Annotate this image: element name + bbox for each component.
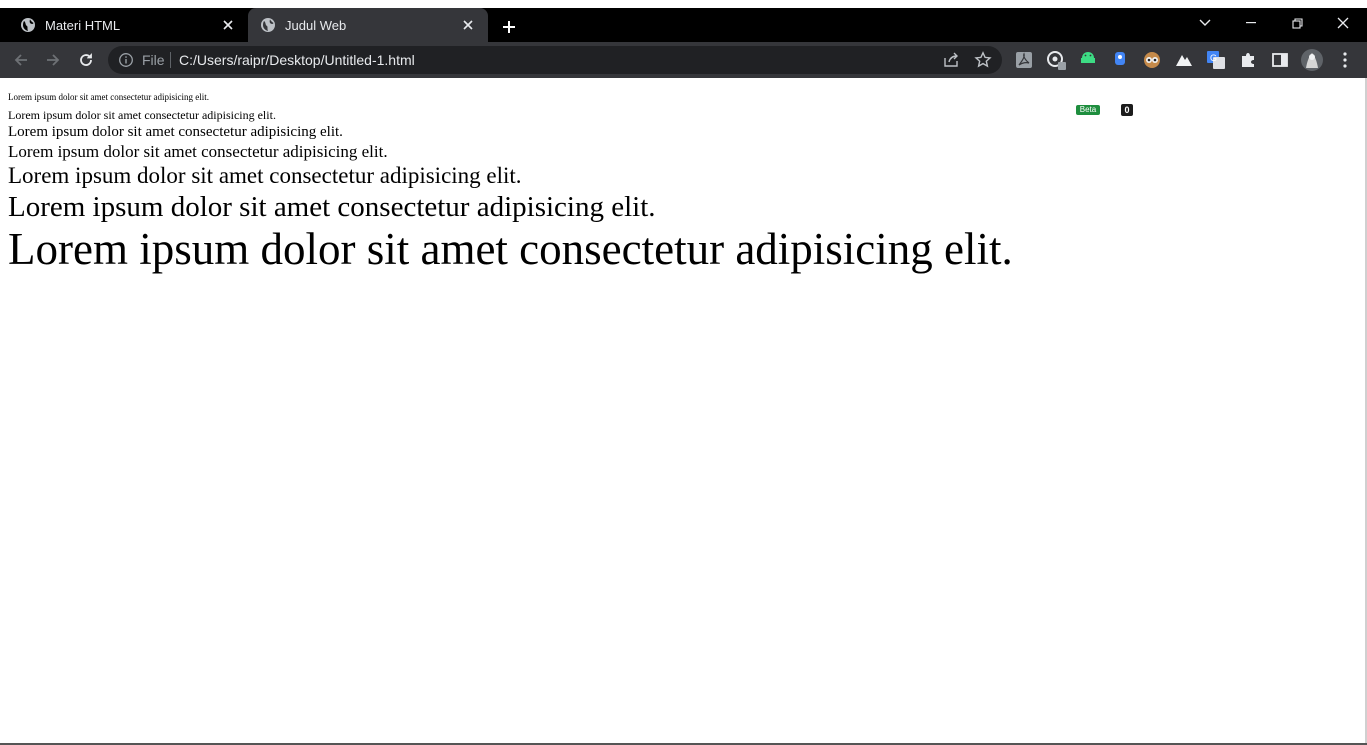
globe-icon: [261, 18, 275, 32]
text-line-size-2: Lorem ipsum dolor sit amet consectetur a…: [8, 108, 276, 122]
bookmark-star-icon[interactable]: [974, 51, 992, 69]
share-icon[interactable]: [942, 51, 960, 69]
page-content: Lorem ipsum dolor sit amet consectetur a…: [8, 78, 1348, 274]
arrow-right-icon: [47, 54, 60, 66]
reload-button[interactable]: [72, 46, 100, 74]
side-panel-icon[interactable]: [1270, 50, 1290, 70]
text-line-size-6: Lorem ipsum dolor sit amet consectetur a…: [8, 191, 656, 223]
close-icon: [1337, 17, 1349, 29]
chevron-down-icon: [1199, 19, 1211, 26]
forward-button[interactable]: [39, 46, 67, 74]
mountain-icon[interactable]: [1174, 50, 1194, 70]
close-window-button[interactable]: [1320, 8, 1366, 38]
scheme-label: File: [142, 52, 165, 68]
new-tab-button[interactable]: [498, 16, 520, 38]
text-line-size-3: Lorem ipsum dolor sit amet consectetur a…: [8, 124, 343, 140]
url-text[interactable]: C:/Users/raipr/Desktop/Untitled-1.html: [179, 52, 415, 68]
text-line-size-5: Lorem ipsum dolor sit amet consectetur a…: [8, 163, 522, 188]
puzzle-icon[interactable]: [1238, 50, 1258, 70]
minimize-button[interactable]: [1228, 8, 1274, 38]
back-button[interactable]: [7, 46, 35, 74]
translate-icon[interactable]: G: [1206, 50, 1226, 70]
tab-title: Judul Web: [285, 17, 347, 33]
tab-strip: Materi HTML Judul Web: [0, 8, 1367, 42]
text-line-size-1: Lorem ipsum dolor sit amet consectetur a…: [8, 92, 209, 102]
plus-icon: [503, 21, 515, 33]
kebab-menu-icon[interactable]: [1335, 50, 1355, 70]
android-beta-icon[interactable]: [1076, 50, 1100, 70]
arrow-left-icon: [14, 54, 27, 66]
tab-title: Materi HTML: [45, 17, 121, 33]
text-line-size-7: Lorem ipsum dolor sit amet consectetur a…: [8, 224, 1013, 274]
window-top-edge: [0, 0, 1367, 8]
globe-icon: [21, 18, 35, 32]
svg-text:G: G: [1210, 53, 1217, 63]
close-tab-icon[interactable]: [460, 17, 476, 33]
reload-icon: [80, 53, 92, 66]
minimize-icon: [1246, 22, 1256, 24]
browser-toolbar: File C:/Users/raipr/Desktop/Untitled-1.h…: [0, 42, 1367, 116]
restore-icon: [1291, 17, 1303, 29]
tab-materi-html[interactable]: Materi HTML: [0, 8, 248, 42]
tab-search-button[interactable]: [1182, 8, 1228, 38]
info-icon[interactable]: [118, 52, 134, 68]
omnibox-divider: [170, 52, 171, 68]
pdf-icon[interactable]: [1014, 50, 1034, 70]
text-line-size-4: Lorem ipsum dolor sit amet consectetur a…: [8, 142, 388, 161]
profile-avatar-icon[interactable]: [1300, 48, 1324, 72]
close-tab-icon[interactable]: [220, 17, 236, 33]
tab-judul-web[interactable]: Judul Web: [248, 8, 488, 42]
eyedropper-icon[interactable]: [1046, 50, 1066, 70]
address-bar[interactable]: File C:/Users/raipr/Desktop/Untitled-1.h…: [108, 46, 1002, 74]
restore-button[interactable]: [1274, 8, 1320, 38]
owl-icon[interactable]: [1142, 50, 1162, 70]
extension-counter-icon[interactable]: [1112, 50, 1132, 70]
